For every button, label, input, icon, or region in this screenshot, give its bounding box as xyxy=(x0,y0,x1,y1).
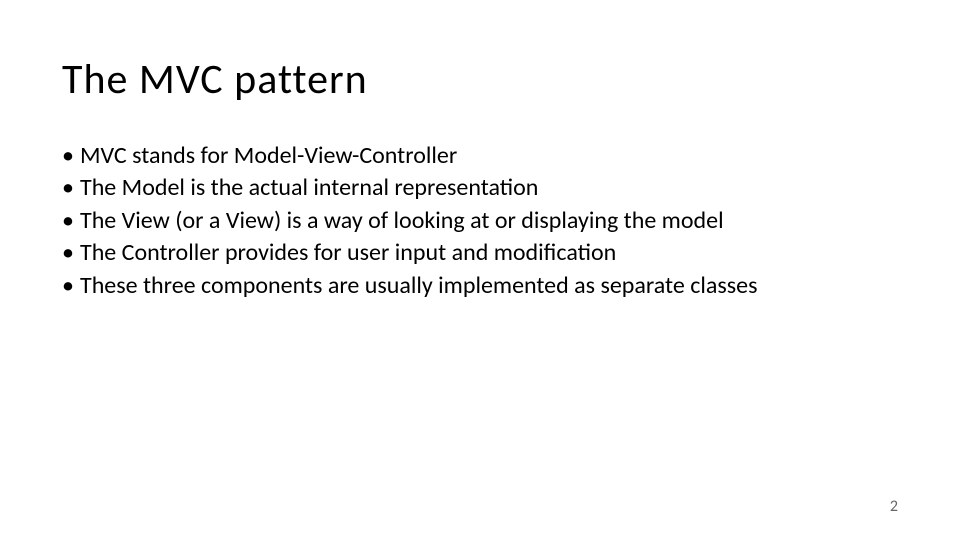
list-item: The View (or a View) is a way of looking… xyxy=(62,205,898,237)
list-item: The Model is the actual internal represe… xyxy=(62,172,898,204)
slide-title: The MVC pattern xyxy=(62,54,368,105)
list-item: The Controller provides for user input a… xyxy=(62,237,898,269)
page-number: 2 xyxy=(890,497,898,516)
list-item: MVC stands for Model-View-Controller xyxy=(62,140,898,172)
bullet-list: MVC stands for Model-View-Controller The… xyxy=(62,140,898,302)
list-item: These three components are usually imple… xyxy=(62,270,898,302)
